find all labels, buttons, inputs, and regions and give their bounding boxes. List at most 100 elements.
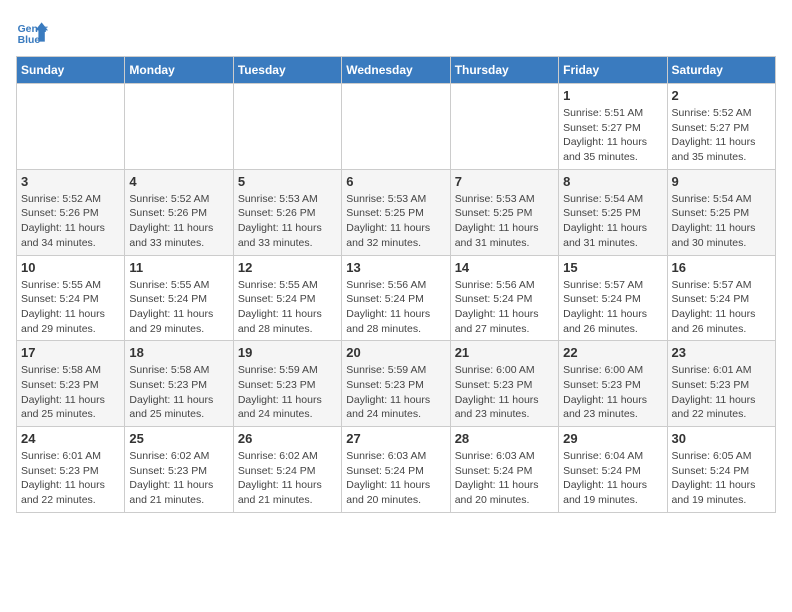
- calendar-cell: 17 Sunrise: 5:58 AM Sunset: 5:23 PM Dayli…: [17, 341, 125, 427]
- calendar-cell: [125, 84, 233, 170]
- day-info: Sunrise: 5:52 AM Sunset: 5:26 PM Dayligh…: [129, 192, 228, 251]
- day-number: 1: [563, 88, 662, 103]
- day-info: Sunrise: 5:56 AM Sunset: 5:24 PM Dayligh…: [346, 278, 445, 337]
- logo-icon: General Blue: [16, 16, 48, 48]
- day-number: 14: [455, 260, 554, 275]
- day-info: Sunrise: 5:53 AM Sunset: 5:25 PM Dayligh…: [346, 192, 445, 251]
- calendar-cell: 3 Sunrise: 5:52 AM Sunset: 5:26 PM Daylig…: [17, 169, 125, 255]
- calendar-cell: 6 Sunrise: 5:53 AM Sunset: 5:25 PM Daylig…: [342, 169, 450, 255]
- calendar-cell: 12Sunrise: 5:55 AM Sunset: 5:24 PM Dayli…: [233, 255, 341, 341]
- day-number: 29: [563, 431, 662, 446]
- calendar-cell: 4Sunrise: 5:52 AM Sunset: 5:26 PM Daylig…: [125, 169, 233, 255]
- calendar-cell: 9Sunrise: 5:54 AM Sunset: 5:25 PM Daylig…: [667, 169, 775, 255]
- calendar-cell: [233, 84, 341, 170]
- calendar-week-row: 17 Sunrise: 5:58 AM Sunset: 5:23 PM Dayli…: [17, 341, 776, 427]
- calendar-cell: 23 Sunrise: 6:01 AM Sunset: 5:23 PM Dayli…: [667, 341, 775, 427]
- day-of-week-header: Monday: [125, 57, 233, 84]
- day-info: Sunrise: 6:04 AM Sunset: 5:24 PM Dayligh…: [563, 449, 662, 508]
- calendar-cell: 7 Sunrise: 5:53 AM Sunset: 5:25 PM Daylig…: [450, 169, 558, 255]
- day-number: 21: [455, 345, 554, 360]
- day-number: 20: [346, 345, 445, 360]
- day-info: Sunrise: 6:00 AM Sunset: 5:23 PM Dayligh…: [455, 363, 554, 422]
- day-info: Sunrise: 6:01 AM Sunset: 5:23 PM Dayligh…: [672, 363, 771, 422]
- calendar-cell: 29 Sunrise: 6:04 AM Sunset: 5:24 PM Dayli…: [559, 427, 667, 513]
- day-number: 2: [672, 88, 771, 103]
- calendar-cell: [450, 84, 558, 170]
- day-info: Sunrise: 5:51 AM Sunset: 5:27 PM Dayligh…: [563, 106, 662, 165]
- calendar-cell: 14 Sunrise: 5:56 AM Sunset: 5:24 PM Dayli…: [450, 255, 558, 341]
- day-number: 3: [21, 174, 120, 189]
- calendar-cell: 27 Sunrise: 6:03 AM Sunset: 5:24 PM Dayli…: [342, 427, 450, 513]
- day-of-week-header: Friday: [559, 57, 667, 84]
- day-of-week-header: Saturday: [667, 57, 775, 84]
- calendar-cell: 24 Sunrise: 6:01 AM Sunset: 5:23 PM Dayli…: [17, 427, 125, 513]
- day-info: Sunrise: 5:59 AM Sunset: 5:23 PM Dayligh…: [346, 363, 445, 422]
- calendar-table: SundayMondayTuesdayWednesdayThursdayFrid…: [16, 56, 776, 513]
- day-number: 18: [129, 345, 228, 360]
- calendar-cell: [17, 84, 125, 170]
- calendar-cell: 22 Sunrise: 6:00 AM Sunset: 5:23 PM Dayli…: [559, 341, 667, 427]
- day-info: Sunrise: 5:55 AM Sunset: 5:24 PM Dayligh…: [21, 278, 120, 337]
- day-info: Sunrise: 5:53 AM Sunset: 5:26 PM Dayligh…: [238, 192, 337, 251]
- calendar-cell: 21 Sunrise: 6:00 AM Sunset: 5:23 PM Dayli…: [450, 341, 558, 427]
- day-info: Sunrise: 5:58 AM Sunset: 5:23 PM Dayligh…: [129, 363, 228, 422]
- logo: General Blue: [16, 16, 48, 48]
- day-number: 23: [672, 345, 771, 360]
- day-info: Sunrise: 5:52 AM Sunset: 5:26 PM Dayligh…: [21, 192, 120, 251]
- calendar-cell: 5 Sunrise: 5:53 AM Sunset: 5:26 PM Daylig…: [233, 169, 341, 255]
- day-number: 28: [455, 431, 554, 446]
- day-number: 7: [455, 174, 554, 189]
- day-info: Sunrise: 5:54 AM Sunset: 5:25 PM Dayligh…: [672, 192, 771, 251]
- day-of-week-header: Wednesday: [342, 57, 450, 84]
- svg-text:Blue: Blue: [18, 35, 41, 46]
- day-info: Sunrise: 5:54 AM Sunset: 5:25 PM Dayligh…: [563, 192, 662, 251]
- day-info: Sunrise: 6:05 AM Sunset: 5:24 PM Dayligh…: [672, 449, 771, 508]
- day-of-week-header: Sunday: [17, 57, 125, 84]
- calendar-cell: 1 Sunrise: 5:51 AM Sunset: 5:27 PM Daylig…: [559, 84, 667, 170]
- day-info: Sunrise: 6:03 AM Sunset: 5:24 PM Dayligh…: [346, 449, 445, 508]
- day-info: Sunrise: 6:02 AM Sunset: 5:24 PM Dayligh…: [238, 449, 337, 508]
- day-number: 15: [563, 260, 662, 275]
- day-info: Sunrise: 5:53 AM Sunset: 5:25 PM Dayligh…: [455, 192, 554, 251]
- calendar-cell: 2 Sunrise: 5:52 AM Sunset: 5:27 PM Daylig…: [667, 84, 775, 170]
- day-info: Sunrise: 6:01 AM Sunset: 5:23 PM Dayligh…: [21, 449, 120, 508]
- day-number: 30: [672, 431, 771, 446]
- day-info: Sunrise: 5:57 AM Sunset: 5:24 PM Dayligh…: [672, 278, 771, 337]
- day-number: 25: [129, 431, 228, 446]
- day-info: Sunrise: 5:59 AM Sunset: 5:23 PM Dayligh…: [238, 363, 337, 422]
- day-info: Sunrise: 6:02 AM Sunset: 5:23 PM Dayligh…: [129, 449, 228, 508]
- day-info: Sunrise: 5:56 AM Sunset: 5:24 PM Dayligh…: [455, 278, 554, 337]
- calendar-cell: 25 Sunrise: 6:02 AM Sunset: 5:23 PM Dayli…: [125, 427, 233, 513]
- day-info: Sunrise: 5:58 AM Sunset: 5:23 PM Dayligh…: [21, 363, 120, 422]
- day-info: Sunrise: 5:52 AM Sunset: 5:27 PM Dayligh…: [672, 106, 771, 165]
- day-number: 12: [238, 260, 337, 275]
- day-number: 5: [238, 174, 337, 189]
- day-info: Sunrise: 5:55 AM Sunset: 5:24 PM Dayligh…: [129, 278, 228, 337]
- calendar-cell: 13Sunrise: 5:56 AM Sunset: 5:24 PM Dayli…: [342, 255, 450, 341]
- calendar-cell: 19Sunrise: 5:59 AM Sunset: 5:23 PM Dayli…: [233, 341, 341, 427]
- day-number: 16: [672, 260, 771, 275]
- calendar-cell: 10Sunrise: 5:55 AM Sunset: 5:24 PM Dayli…: [17, 255, 125, 341]
- calendar-cell: 11 Sunrise: 5:55 AM Sunset: 5:24 PM Dayli…: [125, 255, 233, 341]
- day-info: Sunrise: 6:03 AM Sunset: 5:24 PM Dayligh…: [455, 449, 554, 508]
- header: General Blue: [16, 16, 776, 48]
- day-info: Sunrise: 6:00 AM Sunset: 5:23 PM Dayligh…: [563, 363, 662, 422]
- day-number: 11: [129, 260, 228, 275]
- day-number: 27: [346, 431, 445, 446]
- day-number: 6: [346, 174, 445, 189]
- calendar-cell: 26Sunrise: 6:02 AM Sunset: 5:24 PM Dayli…: [233, 427, 341, 513]
- calendar-cell: [342, 84, 450, 170]
- day-number: 8: [563, 174, 662, 189]
- day-number: 24: [21, 431, 120, 446]
- calendar-cell: 15Sunrise: 5:57 AM Sunset: 5:24 PM Dayli…: [559, 255, 667, 341]
- day-of-week-header: Thursday: [450, 57, 558, 84]
- day-number: 22: [563, 345, 662, 360]
- day-number: 17: [21, 345, 120, 360]
- calendar-cell: 28 Sunrise: 6:03 AM Sunset: 5:24 PM Dayli…: [450, 427, 558, 513]
- calendar-header-row: SundayMondayTuesdayWednesdayThursdayFrid…: [17, 57, 776, 84]
- day-of-week-header: Tuesday: [233, 57, 341, 84]
- calendar-week-row: 24 Sunrise: 6:01 AM Sunset: 5:23 PM Dayli…: [17, 427, 776, 513]
- calendar-week-row: 10Sunrise: 5:55 AM Sunset: 5:24 PM Dayli…: [17, 255, 776, 341]
- calendar-cell: 16 Sunrise: 5:57 AM Sunset: 5:24 PM Dayli…: [667, 255, 775, 341]
- calendar-cell: 20 Sunrise: 5:59 AM Sunset: 5:23 PM Dayli…: [342, 341, 450, 427]
